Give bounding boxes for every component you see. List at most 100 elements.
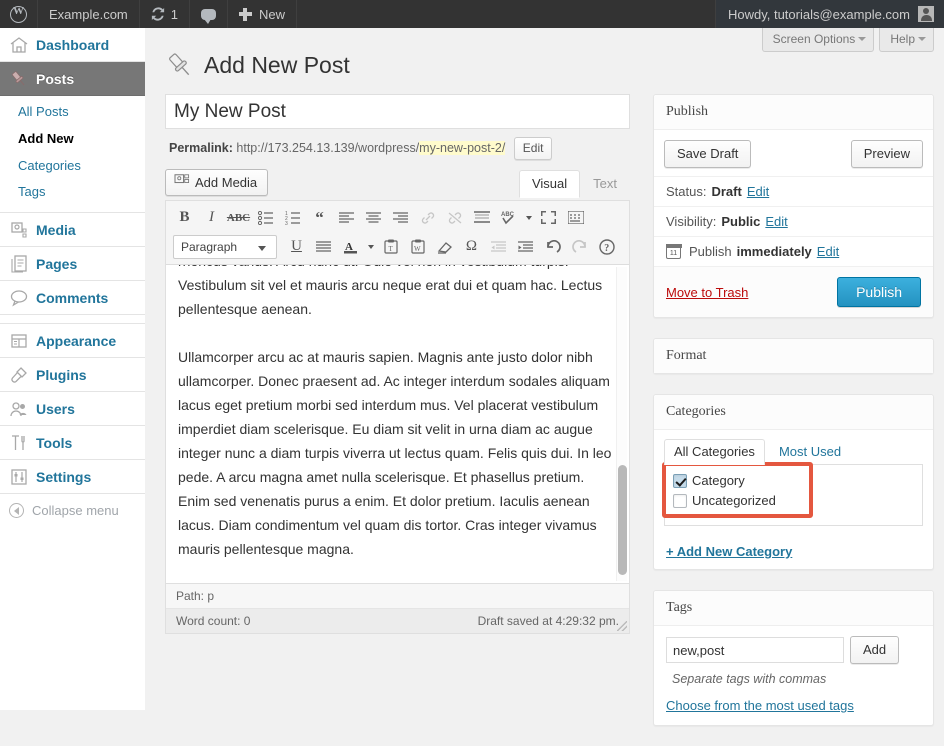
strikethrough-icon[interactable]: ABC (225, 205, 252, 230)
align-center-icon[interactable] (360, 205, 387, 230)
tab-text[interactable]: Text (580, 170, 630, 198)
choose-most-used-tags-link[interactable]: Choose from the most used tags (666, 688, 921, 713)
editor-toolbar-row-2: Paragraph U A T (168, 232, 627, 261)
sidebar-item-media[interactable]: Media (0, 213, 145, 247)
sidebar-item-comments[interactable]: Comments (0, 281, 145, 315)
spellcheck-dropdown-icon[interactable] (522, 205, 535, 230)
category-checkbox[interactable] (673, 474, 687, 488)
publish-metabox-body: Save Draft Preview Status: Draft Edit Vi… (654, 130, 933, 317)
collapse-arrow-icon (9, 503, 24, 518)
submenu-item-add-new[interactable]: Add New (0, 126, 145, 153)
bold-icon[interactable]: B (171, 205, 198, 230)
tab-all-categories[interactable]: All Categories (664, 439, 765, 465)
save-draft-button[interactable]: Save Draft (664, 140, 751, 168)
undo-icon[interactable] (539, 234, 566, 259)
publish-button[interactable]: Publish (837, 277, 921, 307)
my-account-menu[interactable]: Howdy, tutorials@example.com (715, 0, 944, 28)
preview-button[interactable]: Preview (851, 140, 923, 168)
text-color-dropdown-icon[interactable] (364, 234, 377, 259)
underline-icon[interactable]: U (283, 234, 310, 259)
category-item[interactable]: Uncategorized (673, 491, 914, 511)
add-new-category-link[interactable]: + Add New Category (654, 536, 933, 569)
outdent-icon[interactable] (485, 234, 512, 259)
post-title-input[interactable] (165, 94, 630, 129)
sidebar-item-dashboard[interactable]: Dashboard (0, 28, 145, 62)
edit-visibility-link[interactable]: Edit (765, 214, 787, 229)
submenu-item-tags[interactable]: Tags (0, 179, 145, 206)
post-status-row: Status: Draft Edit (654, 176, 933, 206)
align-right-icon[interactable] (387, 205, 414, 230)
admin-bar: Example.com 1 New Howdy, tutorials@examp… (0, 0, 944, 28)
sidebar-item-pages[interactable]: Pages (0, 247, 145, 281)
comments-icon (9, 288, 29, 308)
permalink-base: http://173.254.13.139/wordpress/ (236, 141, 419, 155)
add-tag-button[interactable]: Add (850, 636, 899, 664)
tag-input-row: Add (666, 636, 921, 664)
category-label: Category (692, 471, 745, 491)
tag-input[interactable] (666, 637, 844, 663)
unlink-icon[interactable] (441, 205, 468, 230)
submenu-item-categories[interactable]: Categories (0, 153, 145, 180)
move-to-trash-link[interactable]: Move to Trash (666, 285, 748, 300)
new-content-menu[interactable]: New (228, 0, 297, 28)
editor-toolbar: B I ABC 123 “ (166, 201, 629, 265)
permalink-slug: my-new-post-2/ (419, 141, 505, 155)
tab-visual[interactable]: Visual (519, 170, 580, 198)
text-color-icon[interactable]: A (337, 234, 364, 259)
paragraph-format-select[interactable]: Paragraph (173, 235, 277, 259)
tab-most-used[interactable]: Most Used (769, 439, 851, 465)
special-character-icon[interactable]: Ω (458, 234, 485, 259)
sidebar-item-posts[interactable]: Posts (0, 62, 145, 96)
redo-icon[interactable] (566, 234, 593, 259)
remove-formatting-icon[interactable] (431, 234, 458, 259)
post-content-editor[interactable]: rhoncus varius. Arcu nunc ut. Odio vel n… (166, 265, 629, 583)
tags-metabox-heading: Tags (654, 591, 933, 626)
link-icon[interactable] (414, 205, 441, 230)
updates-menu[interactable]: 1 (140, 0, 190, 28)
updates-icon (151, 7, 165, 21)
paste-from-word-icon[interactable]: W (404, 234, 431, 259)
site-name-menu[interactable]: Example.com (38, 0, 140, 28)
edit-permalink-button[interactable]: Edit (514, 137, 553, 160)
edit-schedule-link[interactable]: Edit (817, 244, 839, 259)
wordpress-logo-menu[interactable] (0, 0, 38, 28)
sidebar-label: Dashboard (36, 37, 109, 53)
sidebar-label: Comments (36, 290, 108, 306)
edit-status-link[interactable]: Edit (747, 184, 769, 199)
fullscreen-icon[interactable] (535, 205, 562, 230)
screen-options-button[interactable]: Screen Options (762, 28, 875, 52)
sidebar-item-plugins[interactable]: Plugins (0, 358, 145, 392)
editor-scrollbar-thumb[interactable] (618, 465, 627, 575)
uncategorized-checkbox[interactable] (673, 494, 687, 508)
more-tag-icon[interactable] (468, 205, 495, 230)
help-button[interactable]: Help (879, 28, 934, 52)
svg-text:3: 3 (285, 221, 288, 225)
submenu-item-all-posts[interactable]: All Posts (0, 99, 145, 126)
blockquote-icon[interactable]: “ (306, 205, 333, 230)
post-schedule-row: Publish immediately Edit (654, 236, 933, 266)
comments-menu[interactable] (190, 0, 228, 28)
add-media-button[interactable]: Add Media (165, 169, 268, 196)
justify-icon[interactable] (310, 234, 337, 259)
ordered-list-icon[interactable]: 123 (279, 205, 306, 230)
align-left-icon[interactable] (333, 205, 360, 230)
sidebar-item-appearance[interactable]: Appearance (0, 324, 145, 358)
editor-scrollbar[interactable] (616, 267, 627, 581)
indent-icon[interactable] (512, 234, 539, 259)
help-icon[interactable]: ? (593, 234, 620, 259)
kitchen-sink-icon[interactable] (562, 205, 589, 230)
italic-icon[interactable]: I (198, 205, 225, 230)
spellcheck-icon[interactable]: ABC (495, 205, 522, 230)
editor-resize-handle[interactable] (617, 621, 627, 631)
sidebar-item-settings[interactable]: Settings (0, 460, 145, 494)
comment-bubble-icon (201, 9, 216, 20)
category-item[interactable]: Category (673, 471, 914, 491)
unordered-list-icon[interactable] (252, 205, 279, 230)
sidebar-item-tools[interactable]: Tools (0, 426, 145, 460)
collapse-menu-button[interactable]: Collapse menu (0, 494, 145, 526)
editor-toolbar-row-1: B I ABC 123 “ (168, 203, 627, 232)
sidebar-item-users[interactable]: Users (0, 392, 145, 426)
paste-as-text-icon[interactable]: T (377, 234, 404, 259)
editor-status-bar: Path: p Word count: 0 Draft saved at 4:2… (166, 583, 629, 633)
format-metabox: Format (653, 338, 934, 374)
